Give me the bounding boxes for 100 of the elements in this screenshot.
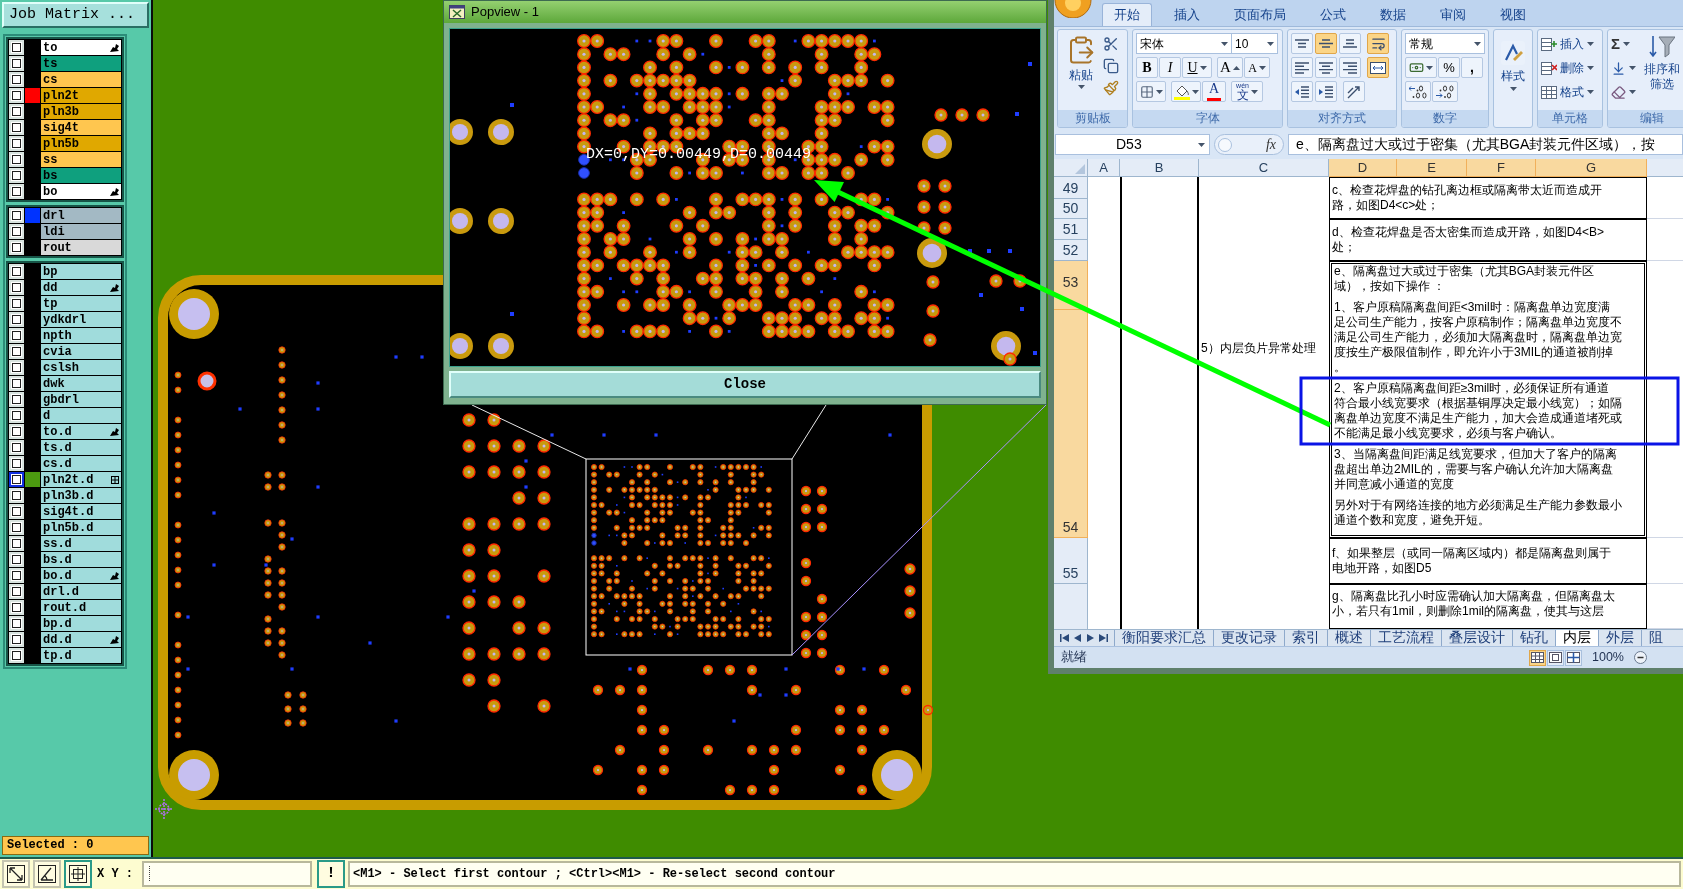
layer-name[interactable]: pln5b [41, 136, 121, 151]
column-header[interactable]: G [1536, 159, 1647, 177]
currency-button[interactable] [1405, 57, 1437, 78]
layer-name[interactable]: bo [41, 184, 121, 199]
layer-name[interactable]: to.d [41, 424, 121, 439]
column-header[interactable]: D [1329, 159, 1397, 177]
row-header[interactable]: 51 [1054, 219, 1088, 240]
merge-center-button[interactable] [1367, 57, 1389, 78]
font-name-field[interactable]: 宋体 [1136, 33, 1232, 54]
decrease-indent-button[interactable] [1291, 81, 1313, 102]
angle-tool-button[interactable] [33, 860, 61, 888]
grid-tool-button[interactable] [64, 860, 92, 888]
zoom-out-icon[interactable] [1634, 651, 1647, 664]
align-right-button[interactable] [1339, 57, 1361, 78]
ribbon-tab[interactable]: 审阅 [1428, 3, 1478, 26]
styles-button[interactable]: 样式 [1497, 33, 1529, 127]
font-color-button[interactable]: A [1202, 81, 1226, 102]
bold-button[interactable]: B [1136, 57, 1158, 78]
ribbon-tab[interactable]: 视图 [1488, 3, 1538, 26]
orientation-button[interactable] [1343, 81, 1365, 102]
job-matrix-button[interactable]: Job Matrix ... [2, 2, 149, 28]
ribbon-tab[interactable]: 页面布局 [1222, 3, 1298, 26]
underline-button[interactable]: U [1182, 57, 1212, 78]
name-box[interactable]: D53 [1055, 134, 1210, 155]
page-layout-button[interactable] [1547, 649, 1564, 666]
layer-name[interactable]: ss [41, 152, 121, 167]
layer-name[interactable]: bp [41, 264, 121, 279]
insert-cells-button[interactable]: 插入 [1541, 34, 1594, 54]
column-header[interactable]: C [1199, 159, 1329, 177]
last-sheet-icon[interactable] [1099, 634, 1109, 642]
layer-name[interactable]: ldi [41, 224, 121, 239]
formula-field[interactable]: e、隔离盘过大或过于密集（尤其BGA封装元件区域），按 [1288, 134, 1683, 155]
layer-name[interactable]: sig4t [41, 120, 121, 135]
layer-name[interactable]: bs.d [41, 552, 121, 567]
layer-name[interactable]: bp.d [41, 616, 121, 631]
layer-name[interactable]: cslsh [41, 360, 121, 375]
row-header[interactable]: 49 [1054, 177, 1088, 199]
font-size-field[interactable]: 10 [1232, 33, 1278, 54]
layer-name[interactable]: to [41, 40, 121, 55]
column-header[interactable]: E [1397, 159, 1467, 177]
previous-sheet-icon[interactable] [1074, 634, 1082, 642]
layer-name[interactable]: bo.d [41, 568, 121, 583]
increase-indent-button[interactable] [1315, 81, 1337, 102]
ribbon-tab[interactable]: 公式 [1308, 3, 1358, 26]
layer-name[interactable]: ts.d [41, 440, 121, 455]
layer-name[interactable]: cvia [41, 344, 121, 359]
layer-name[interactable]: dd.d [41, 632, 121, 647]
percent-button[interactable]: % [1438, 57, 1460, 78]
layer-name[interactable]: npth [41, 328, 121, 343]
paste-button[interactable]: 粘贴 [1061, 33, 1101, 110]
row-header[interactable]: 52 [1054, 240, 1088, 261]
layer-name[interactable]: d [41, 408, 121, 423]
layer-name[interactable]: rout [41, 240, 121, 255]
coordinate-field[interactable] [142, 861, 312, 887]
layer-name[interactable]: ss.d [41, 536, 121, 551]
layer-name[interactable]: pln2t.d [41, 472, 121, 487]
decrease-decimal-button[interactable] [1432, 81, 1458, 102]
layer-name[interactable]: pln3b.d [41, 488, 121, 503]
align-middle-button[interactable] [1315, 33, 1337, 54]
sheet-tab[interactable]: 内层 [1555, 630, 1598, 646]
layer-name[interactable]: sig4t.d [41, 504, 121, 519]
row-header[interactable]: 55 [1054, 538, 1088, 584]
delete-cells-button[interactable]: 删除 [1541, 58, 1594, 78]
resize-tool-button[interactable] [2, 860, 30, 888]
copy-icon[interactable] [1103, 58, 1119, 74]
normal-view-button[interactable] [1529, 649, 1546, 666]
layer-name[interactable]: pln3b [41, 104, 121, 119]
ribbon-tab[interactable]: 开始 [1102, 3, 1152, 26]
layer-name[interactable]: drl [41, 208, 121, 223]
row-header[interactable]: 50 [1054, 199, 1088, 219]
layer-name[interactable]: gbdrl [41, 392, 121, 407]
layer-name[interactable]: rout.d [41, 600, 121, 615]
column-header[interactable]: B [1120, 159, 1199, 177]
align-center-button[interactable] [1315, 57, 1337, 78]
layer-name[interactable]: cs.d [41, 456, 121, 471]
shrink-font-button[interactable]: A [1244, 57, 1270, 78]
paintbrush-icon[interactable] [1103, 80, 1119, 96]
column-header[interactable]: F [1467, 159, 1536, 177]
layer-name[interactable]: ts [41, 56, 121, 71]
page-break-button[interactable] [1565, 649, 1582, 666]
layer-name[interactable]: dd [41, 280, 121, 295]
align-bottom-button[interactable] [1339, 33, 1361, 54]
layer-name[interactable]: tp.d [41, 648, 121, 663]
layer-name[interactable]: bs [41, 168, 121, 183]
row-header[interactable]: 54 [1054, 310, 1088, 538]
column-header[interactable]: A [1088, 159, 1120, 177]
ribbon-tab[interactable]: 插入 [1162, 3, 1212, 26]
close-button[interactable]: Close [449, 371, 1041, 398]
scissors-icon[interactable] [1103, 36, 1119, 52]
layer-name[interactable]: drl.d [41, 584, 121, 599]
grow-font-button[interactable]: A [1217, 57, 1243, 78]
align-top-button[interactable] [1291, 33, 1313, 54]
sum-button[interactable]: Σ [1611, 34, 1636, 54]
next-sheet-icon[interactable] [1086, 634, 1094, 642]
ribbon-tab[interactable]: 数据 [1368, 3, 1418, 26]
layer-name[interactable]: pln2t [41, 88, 121, 103]
layer-name[interactable]: tp [41, 296, 121, 311]
layer-name[interactable]: cs [41, 72, 121, 87]
number-format-field[interactable]: 常规 [1405, 33, 1485, 54]
layer-name[interactable]: dwk [41, 376, 121, 391]
